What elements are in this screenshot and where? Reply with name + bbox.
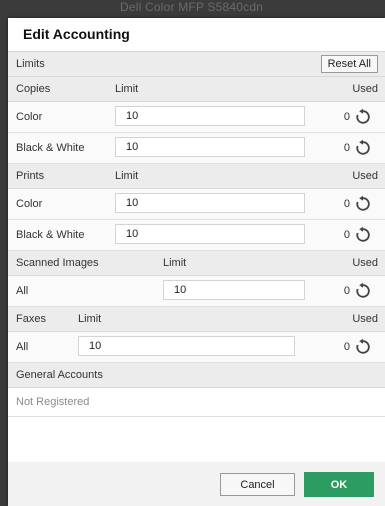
faxes-all-limit-input[interactable] — [78, 336, 295, 356]
row-label: All — [16, 341, 29, 353]
row-label: All — [16, 285, 29, 297]
reset-counter-icon[interactable] — [354, 195, 372, 213]
dialog-title: Edit Accounting — [8, 18, 385, 52]
scanned-section-header: Scanned Images Limit Used — [8, 251, 385, 276]
general-accounts-label: General Accounts — [16, 369, 103, 381]
general-accounts-status: Not Registered — [8, 388, 385, 417]
dialog-footer: Cancel OK — [8, 462, 385, 506]
scanned-all-row: All 0 — [8, 276, 385, 307]
copies-used-column: Used — [352, 83, 378, 95]
row-label: Color — [16, 198, 43, 210]
copies-bw-limit-input[interactable] — [115, 137, 305, 157]
faxes-all-row: All 0 — [8, 332, 385, 363]
copies-bw-used: 0 — [344, 139, 372, 157]
background-window-title: Dell Color MFP S5840cdn — [120, 0, 264, 14]
faxes-all-used: 0 — [344, 338, 372, 356]
copies-color-row: Color 0 — [8, 102, 385, 133]
reset-all-button[interactable]: Reset All — [320, 55, 378, 73]
prints-section-header: Prints Limit Used — [8, 164, 385, 189]
row-label: Color — [16, 111, 43, 123]
prints-color-used: 0 — [344, 195, 372, 213]
copies-section-header: Copies Limit Used — [8, 77, 385, 102]
limits-section-header: Limits Reset All — [8, 52, 385, 77]
scanned-all-limit-input[interactable] — [163, 280, 305, 300]
used-value: 0 — [343, 229, 350, 241]
edit-accounting-dialog: Edit Accounting Limits Reset All Copies … — [8, 18, 385, 506]
reset-counter-icon[interactable] — [354, 108, 372, 126]
copies-color-used: 0 — [344, 108, 372, 126]
row-label: Black & White — [16, 229, 85, 241]
scanned-limit-column: Limit — [163, 257, 187, 269]
used-value: 0 — [343, 111, 350, 123]
faxes-header: Faxes — [16, 313, 46, 325]
prints-color-limit-input[interactable] — [115, 193, 305, 213]
limits-label: Limits — [16, 58, 45, 70]
prints-used-column: Used — [352, 170, 378, 182]
faxes-section-header: Faxes Limit Used — [8, 307, 385, 332]
copies-color-limit-input[interactable] — [115, 106, 305, 126]
prints-bw-limit-input[interactable] — [115, 224, 305, 244]
reset-counter-icon[interactable] — [354, 139, 372, 157]
used-value: 0 — [343, 285, 350, 297]
row-label: Black & White — [16, 142, 85, 154]
scanned-header: Scanned Images — [16, 257, 99, 269]
reset-counter-icon[interactable] — [354, 226, 372, 244]
faxes-limit-column: Limit — [78, 313, 102, 325]
copies-limit-column: Limit — [115, 83, 139, 95]
faxes-used-column: Used — [352, 313, 378, 325]
prints-bw-row: Black & White 0 — [8, 220, 385, 251]
general-accounts-header: General Accounts — [8, 363, 385, 388]
used-value: 0 — [343, 142, 350, 154]
scanned-used-column: Used — [352, 257, 378, 269]
reset-counter-icon[interactable] — [354, 282, 372, 300]
cancel-button[interactable]: Cancel — [220, 473, 295, 496]
prints-limit-column: Limit — [115, 170, 139, 182]
copies-bw-row: Black & White 0 — [8, 133, 385, 164]
used-value: 0 — [343, 341, 350, 353]
prints-color-row: Color 0 — [8, 189, 385, 220]
ok-button[interactable]: OK — [304, 472, 374, 497]
scanned-all-used: 0 — [344, 282, 372, 300]
copies-header: Copies — [16, 83, 51, 95]
reset-counter-icon[interactable] — [354, 338, 372, 356]
used-value: 0 — [343, 198, 350, 210]
prints-header: Prints — [16, 170, 45, 182]
prints-bw-used: 0 — [344, 226, 372, 244]
